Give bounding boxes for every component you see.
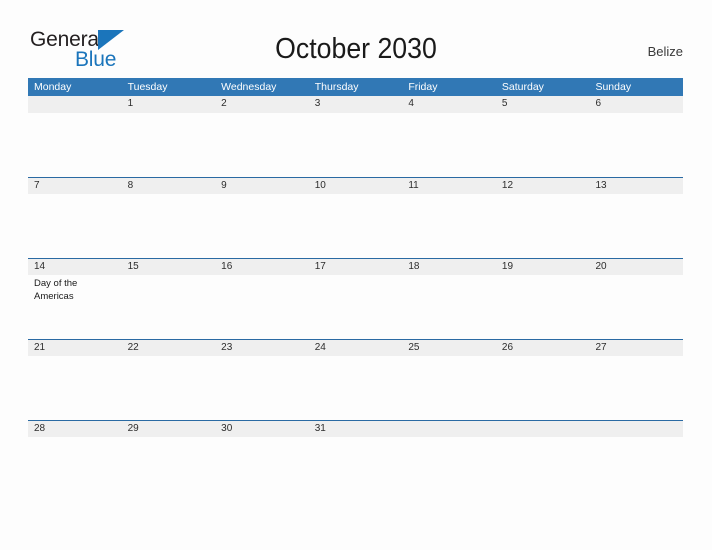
day-number[interactable]: 12 <box>496 178 590 194</box>
week-daynumber-band: 1 2 3 4 5 6 <box>28 96 683 113</box>
day-number[interactable]: 1 <box>122 96 216 113</box>
day-number[interactable]: 9 <box>215 178 309 194</box>
day-cell[interactable] <box>215 113 309 177</box>
day-cell[interactable]: Day of the Americas <box>28 275 122 339</box>
day-number[interactable]: 14 <box>28 259 122 275</box>
day-number[interactable] <box>589 421 683 437</box>
day-cell[interactable] <box>309 356 403 420</box>
day-cell[interactable] <box>496 113 590 177</box>
day-cell[interactable] <box>402 356 496 420</box>
day-cell[interactable] <box>402 275 496 339</box>
day-cell[interactable] <box>496 356 590 420</box>
week-daynumber-band: 7 8 9 10 11 12 13 <box>28 177 683 194</box>
week-daynumber-band: 14 15 16 17 18 19 20 <box>28 258 683 275</box>
day-number[interactable]: 25 <box>402 340 496 356</box>
day-event-text: Day of the Americas <box>34 278 78 302</box>
day-cell[interactable] <box>589 275 683 339</box>
day-cell[interactable] <box>28 437 122 501</box>
week-daynumber-band: 21 22 23 24 25 26 27 <box>28 339 683 356</box>
day-cell[interactable] <box>215 437 309 501</box>
day-cell[interactable] <box>122 437 216 501</box>
day-number[interactable]: 17 <box>309 259 403 275</box>
day-number[interactable]: 4 <box>402 96 496 113</box>
day-number[interactable]: 18 <box>402 259 496 275</box>
day-cell[interactable] <box>309 194 403 258</box>
day-cell[interactable] <box>28 113 122 177</box>
day-number[interactable]: 27 <box>589 340 683 356</box>
week-row: 21 22 23 24 25 26 27 <box>28 339 683 420</box>
day-cell[interactable] <box>28 356 122 420</box>
weekday-sunday: Sunday <box>595 81 632 93</box>
day-number[interactable]: 11 <box>402 178 496 194</box>
day-number[interactable]: 30 <box>215 421 309 437</box>
day-number[interactable]: 31 <box>309 421 403 437</box>
week-row: 7 8 9 10 11 12 13 <box>28 177 683 258</box>
week-event-band: Day of the Americas <box>28 275 683 339</box>
day-cell[interactable] <box>122 194 216 258</box>
calendar-page: General Blue October 2030 Belize Monday … <box>0 0 712 550</box>
weekday-tuesday: Tuesday <box>127 81 168 93</box>
day-cell[interactable] <box>589 437 683 501</box>
day-number[interactable]: 3 <box>309 96 403 113</box>
day-cell[interactable] <box>402 194 496 258</box>
page-header: General Blue October 2030 Belize <box>0 0 712 78</box>
day-cell[interactable] <box>122 275 216 339</box>
week-event-band <box>28 194 683 258</box>
country-label: Belize <box>647 44 683 59</box>
weekday-friday: Friday <box>408 81 438 93</box>
week-row: 28 29 30 31 <box>28 420 683 501</box>
day-cell[interactable] <box>309 275 403 339</box>
day-number[interactable]: 15 <box>122 259 216 275</box>
day-cell[interactable] <box>496 194 590 258</box>
day-cell[interactable] <box>589 194 683 258</box>
day-cell[interactable] <box>28 194 122 258</box>
day-number[interactable]: 5 <box>496 96 590 113</box>
page-title: October 2030 <box>275 33 437 65</box>
week-row: 1 2 3 4 5 6 <box>28 96 683 177</box>
day-cell[interactable] <box>309 113 403 177</box>
week-daynumber-band: 28 29 30 31 <box>28 420 683 437</box>
day-cell[interactable] <box>496 275 590 339</box>
day-number[interactable]: 29 <box>122 421 216 437</box>
day-number[interactable]: 24 <box>309 340 403 356</box>
day-cell[interactable] <box>402 113 496 177</box>
day-number[interactable]: 8 <box>122 178 216 194</box>
week-event-band <box>28 113 683 177</box>
week-event-band <box>28 437 683 501</box>
day-number[interactable]: 23 <box>215 340 309 356</box>
day-cell[interactable] <box>589 356 683 420</box>
day-number[interactable]: 21 <box>28 340 122 356</box>
day-number[interactable]: 19 <box>496 259 590 275</box>
day-number[interactable]: 7 <box>28 178 122 194</box>
day-cell[interactable] <box>309 437 403 501</box>
day-cell[interactable] <box>122 113 216 177</box>
day-number[interactable]: 13 <box>589 178 683 194</box>
day-number[interactable] <box>402 421 496 437</box>
day-cell[interactable] <box>215 194 309 258</box>
day-cell[interactable] <box>215 275 309 339</box>
day-number[interactable]: 20 <box>589 259 683 275</box>
day-number[interactable]: 6 <box>589 96 683 113</box>
weekday-monday: Monday <box>34 81 72 93</box>
day-cell[interactable] <box>215 356 309 420</box>
day-cell[interactable] <box>402 437 496 501</box>
day-number[interactable]: 2 <box>215 96 309 113</box>
week-event-band <box>28 356 683 420</box>
week-row: 14 15 16 17 18 19 20 Day of the Americas <box>28 258 683 339</box>
weekday-wednesday: Wednesday <box>221 81 277 93</box>
day-number[interactable] <box>28 96 122 113</box>
day-cell[interactable] <box>589 113 683 177</box>
day-number[interactable]: 28 <box>28 421 122 437</box>
calendar-grid: Monday Tuesday Wednesday Thursday Friday… <box>28 78 683 501</box>
weekday-header-row: Monday Tuesday Wednesday Thursday Friday… <box>28 78 683 96</box>
day-cell[interactable] <box>122 356 216 420</box>
day-number[interactable]: 22 <box>122 340 216 356</box>
day-number[interactable]: 16 <box>215 259 309 275</box>
day-number[interactable]: 26 <box>496 340 590 356</box>
weekday-thursday: Thursday <box>314 81 359 93</box>
day-number[interactable]: 10 <box>309 178 403 194</box>
day-number[interactable] <box>496 421 590 437</box>
weekday-saturday: Saturday <box>501 81 544 93</box>
day-cell[interactable] <box>496 437 590 501</box>
